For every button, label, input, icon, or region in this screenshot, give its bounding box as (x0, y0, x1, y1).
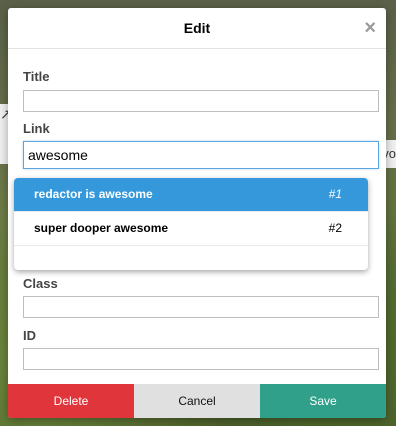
edit-dialog: Edit × Title Link awesome redactor is aw… (8, 8, 386, 418)
suggestion-number: #2 (328, 221, 342, 235)
link-input[interactable]: awesome (23, 141, 379, 169)
suggestion-item[interactable]: super dooper awesome #2 (14, 212, 368, 246)
suggestion-item[interactable]: redactor is awesome #1 (14, 178, 368, 212)
delete-button[interactable]: Delete (8, 384, 134, 418)
link-label: Link (23, 121, 50, 136)
id-input[interactable] (23, 348, 379, 370)
save-button[interactable]: Save (260, 384, 386, 418)
cancel-button[interactable]: Cancel (134, 384, 260, 418)
autocomplete-dropdown: redactor is awesome #1 super dooper awes… (14, 178, 368, 270)
suggestion-text: redactor is awesome (34, 187, 153, 201)
class-input[interactable] (23, 296, 379, 318)
id-label: ID (23, 328, 36, 343)
title-label: Title (23, 69, 50, 84)
title-input[interactable] (23, 90, 379, 112)
dialog-footer: Delete Cancel Save (8, 384, 386, 418)
dialog-header: Edit × (8, 8, 386, 49)
suggestion-text: super dooper awesome (34, 221, 169, 235)
close-icon[interactable]: × (364, 8, 376, 48)
suggestion-number: #1 (328, 187, 342, 201)
class-label: Class (23, 276, 58, 291)
dialog-title: Edit (183, 20, 211, 36)
